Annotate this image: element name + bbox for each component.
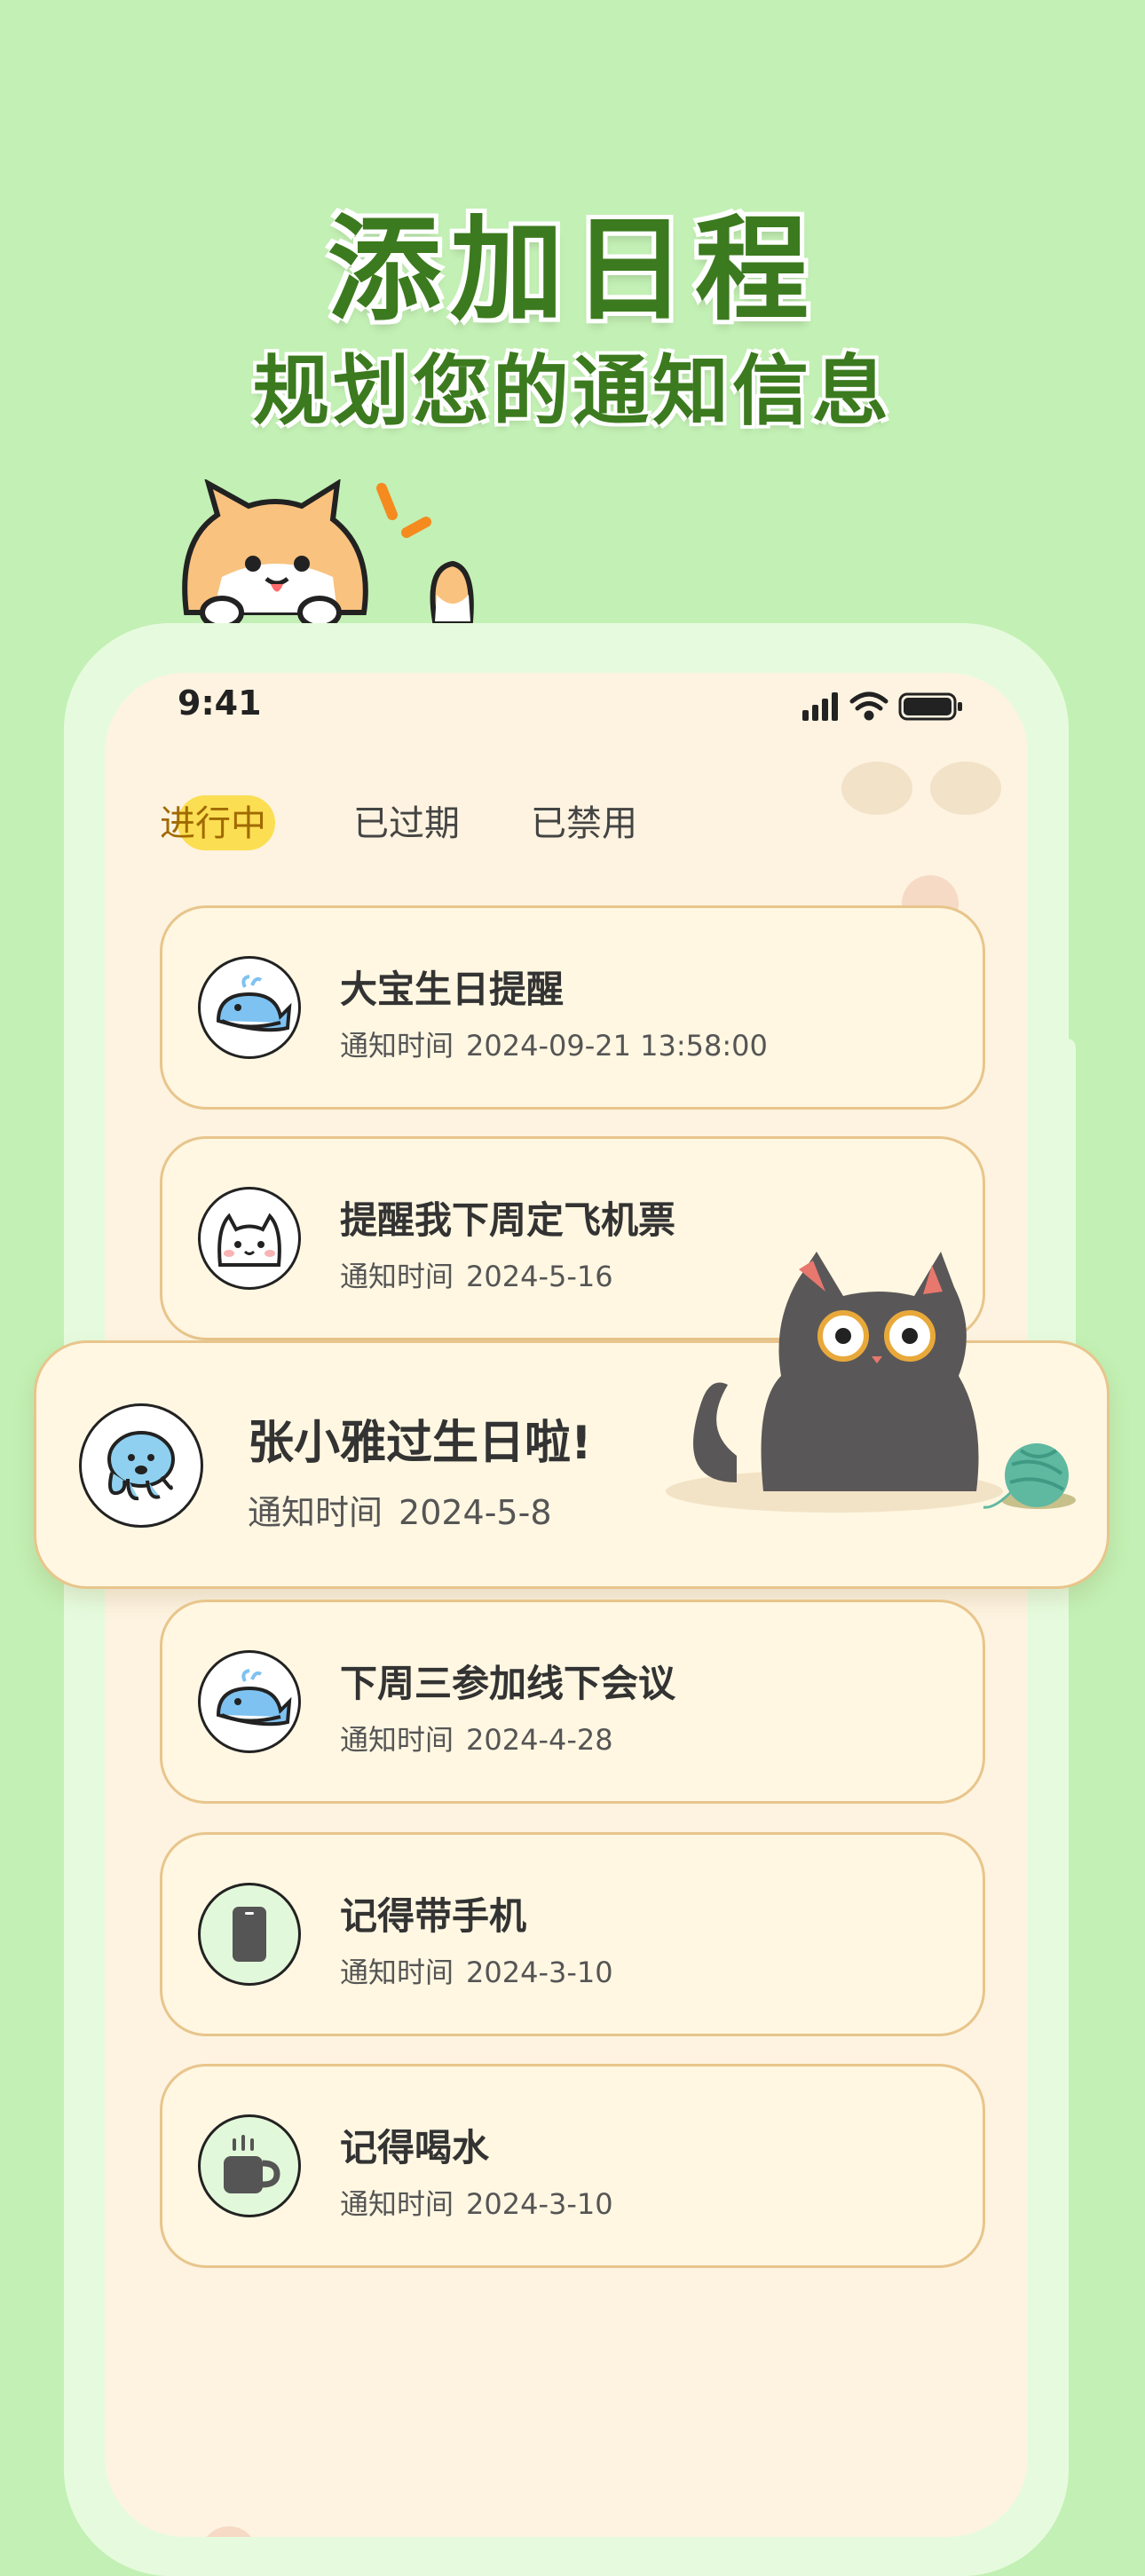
- schedule-card[interactable]: 记得喝水 通知时间 2024-3-10: [160, 2064, 985, 2268]
- cat-face-icon: [198, 1187, 301, 1290]
- card-time: 通知时间 2024-5-16: [340, 1260, 613, 1293]
- card-title: 下周三参加线下会议: [340, 1662, 676, 1705]
- card-title: 记得喝水: [340, 2126, 490, 2169]
- featured-card-title: 张小雅过生日啦!: [248, 1417, 592, 1470]
- signal-icon: [802, 692, 838, 721]
- card-title: 提醒我下周定飞机票: [340, 1198, 676, 1242]
- hero-subtitle: 规划您的通知信息: [253, 347, 892, 436]
- card-title: 记得带手机: [340, 1894, 527, 1938]
- black-cat-illustration-icon: [666, 1252, 1076, 1513]
- dot-decoration-icon: [207, 2526, 251, 2537]
- status-icons: [802, 691, 962, 721]
- card-time: 通知时间 2024-4-28: [340, 1723, 613, 1757]
- card-time: 通知时间 2024-09-21 13:58:00: [340, 1029, 768, 1063]
- status-time: 9:41: [178, 684, 262, 723]
- card-time: 通知时间 2024-3-10: [340, 2187, 613, 2221]
- hero-title: 添加日程: [327, 204, 817, 336]
- cup-icon: [198, 2114, 301, 2217]
- card-time: 通知时间 2024-3-10: [340, 1956, 613, 1989]
- featured-card-time: 通知时间 2024-5-8: [248, 1493, 552, 1532]
- phone-icon: [198, 1883, 301, 1986]
- schedule-card[interactable]: 大宝生日提醒 通知时间 2024-09-21 13:58:00: [160, 905, 985, 1110]
- tab-expired[interactable]: 已过期: [353, 794, 460, 846]
- wifi-icon: [849, 691, 888, 721]
- whale-icon: [198, 1650, 301, 1753]
- tab-active[interactable]: 进行中: [160, 794, 266, 846]
- card-title: 大宝生日提醒: [340, 968, 565, 1011]
- whale-icon: [198, 956, 301, 1059]
- octopus-icon: [79, 1403, 203, 1528]
- battery-icon: [898, 692, 962, 721]
- tab-disabled[interactable]: 已禁用: [531, 794, 637, 846]
- schedule-card[interactable]: 下周三参加线下会议 通知时间 2024-4-28: [160, 1600, 985, 1804]
- schedule-card[interactable]: 记得带手机 通知时间 2024-3-10: [160, 1832, 985, 2036]
- orange-cat-mascot-icon: [182, 479, 474, 629]
